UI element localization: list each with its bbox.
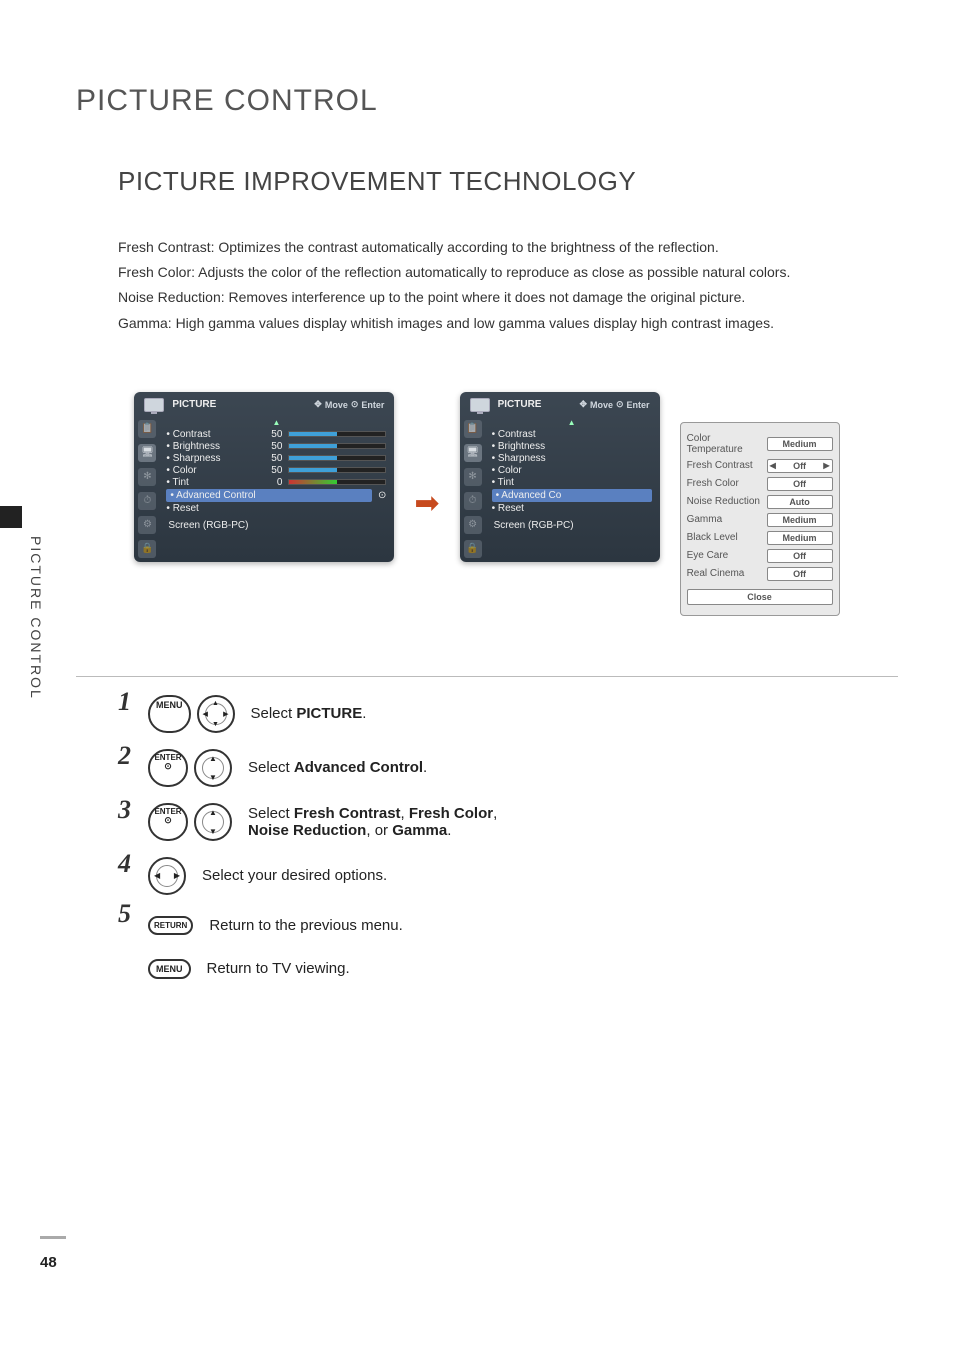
return-button-icon: RETURN	[148, 916, 193, 935]
osd-picture-menu-before: PICTURE ✥Move⊙Enter 📋 🖥 ✻ ⏱ ⚙ 🔒 ▲ • Cont…	[134, 392, 394, 562]
enter-dot-icon: ⊙	[351, 399, 359, 410]
menu-item-color[interactable]: • Color	[492, 465, 652, 476]
step-text: Select your desired options.	[202, 867, 387, 884]
step-1: 1 MENU ◀▶ Select PICTURE.	[118, 695, 898, 733]
step-text: Select Fresh Contrast, Fresh Color, Nois…	[248, 805, 497, 839]
menu-item-advanced-control[interactable]: • Advanced Control⊙	[166, 489, 386, 502]
enter-dot-icon: ⊙	[378, 490, 386, 501]
popup-row-color-temperature[interactable]: Color TemperatureMedium	[687, 433, 833, 455]
step-number: 4	[118, 849, 132, 879]
step-4: 4 Select your desired options.	[118, 857, 898, 895]
menu-item-brightness[interactable]: • Brightness	[492, 441, 652, 452]
popup-row-noise-reduction[interactable]: Noise ReductionAuto	[687, 495, 833, 509]
scroll-up-icon[interactable]: ▲	[166, 418, 386, 428]
side-tab-label: PICTURE CONTROL	[28, 536, 44, 700]
menu-item-contrast[interactable]: • Contrast50	[166, 429, 386, 440]
menu-item-sharpness[interactable]: • Sharpness	[492, 453, 652, 464]
category-icon[interactable]: ✻	[464, 468, 482, 486]
menu-item-brightness[interactable]: • Brightness50	[166, 441, 386, 452]
enter-button-icon: ENTER⊙	[148, 749, 188, 787]
menu-item-color[interactable]: • Color50	[166, 465, 386, 476]
intro-line: Fresh Color: Adjusts the color of the re…	[118, 260, 898, 285]
page-corner-bar	[40, 1236, 66, 1239]
category-icon[interactable]: 📋	[464, 420, 482, 438]
menu-item-sharpness[interactable]: • Sharpness50	[166, 453, 386, 464]
menu-item-screen[interactable]: Screen (RGB-PC)	[494, 520, 650, 531]
osd-figure-row: PICTURE ✥Move⊙Enter 📋 🖥 ✻ ⏱ ⚙ 🔒 ▲ • Cont…	[76, 392, 898, 616]
arrow-right-icon: ➡	[414, 486, 439, 521]
page-title: PICTURE CONTROL	[76, 84, 898, 118]
category-icon[interactable]: ✻	[138, 468, 156, 486]
category-icon-picture[interactable]: 🖥	[464, 444, 482, 462]
category-icon[interactable]: 🔒	[138, 540, 156, 558]
step-text: Select PICTURE.	[251, 705, 367, 722]
step-2: 2 ENTER⊙ Select Advanced Control.	[118, 749, 898, 787]
menu-button-icon: MENU	[148, 695, 191, 733]
monitor-icon	[470, 398, 490, 412]
category-icon[interactable]: ⏱	[138, 492, 156, 510]
category-icon-picture[interactable]: 🖥	[138, 444, 156, 462]
popup-row-fresh-color[interactable]: Fresh ColorOff	[687, 477, 833, 491]
category-icon[interactable]: ⏱	[464, 492, 482, 510]
menu-item-screen[interactable]: Screen (RGB-PC)	[168, 520, 384, 531]
menu-item-advanced-control[interactable]: • Advanced Co	[492, 489, 652, 502]
popup-row-real-cinema[interactable]: Real CinemaOff	[687, 567, 833, 581]
step-number: 1	[118, 687, 132, 717]
enter-button-icon: ENTER⊙	[148, 803, 188, 841]
up-down-pad-icon	[194, 803, 232, 841]
category-icon[interactable]: ⚙	[464, 516, 482, 534]
intro-line: Fresh Contrast: Optimizes the contrast a…	[118, 235, 898, 260]
menu-item-contrast[interactable]: • Contrast	[492, 429, 652, 440]
menu-item-tint[interactable]: • Tint	[492, 477, 652, 488]
step-text: Return to TV viewing.	[207, 960, 350, 977]
step-number: 3	[118, 795, 132, 825]
section-title: PICTURE IMPROVEMENT TECHNOLOGY	[118, 166, 898, 197]
menu-item-reset[interactable]: • Reset	[492, 503, 652, 514]
step-text: Select Advanced Control.	[248, 759, 427, 776]
category-icon[interactable]: ⚙	[138, 516, 156, 534]
page-number: 48	[40, 1254, 57, 1271]
osd-picture-menu-after: PICTURE ✥Move⊙Enter 📋 🖥 ✻ ⏱ ⚙ 🔒 ▲ • Cont…	[460, 392, 660, 562]
intro-block: Fresh Contrast: Optimizes the contrast a…	[118, 235, 898, 336]
left-margin-marker	[0, 506, 22, 528]
popup-row-eye-care[interactable]: Eye CareOff	[687, 549, 833, 563]
category-icon[interactable]: 📋	[138, 420, 156, 438]
step-3: 3 ENTER⊙ Select Fresh Contrast, Fresh Co…	[118, 803, 898, 841]
osd-title: PICTURE	[172, 399, 216, 410]
step-menu-exit: MENU Return to TV viewing.	[118, 959, 898, 979]
category-icon[interactable]: 🔒	[464, 540, 482, 558]
step-text: Return to the previous menu.	[209, 917, 402, 934]
popup-row-gamma[interactable]: GammaMedium	[687, 513, 833, 527]
enter-dot-icon: ⊙	[616, 399, 624, 410]
step-number: 2	[118, 741, 132, 771]
intro-line: Gamma: High gamma values display whitish…	[118, 311, 898, 336]
nav-arrows-icon: ✥	[314, 399, 322, 410]
osd-title: PICTURE	[498, 399, 542, 410]
step-5: 5 RETURN Return to the previous menu.	[118, 911, 898, 941]
up-down-pad-icon	[194, 749, 232, 787]
advanced-control-popup: Color TemperatureMedium Fresh ContrastOf…	[680, 422, 840, 616]
monitor-icon	[144, 398, 164, 412]
popup-close-button[interactable]: Close	[687, 589, 833, 605]
popup-row-fresh-contrast[interactable]: Fresh ContrastOff	[687, 459, 833, 473]
scroll-up-icon[interactable]: ▲	[492, 418, 652, 428]
menu-item-tint[interactable]: • Tint0	[166, 477, 386, 488]
divider	[76, 676, 898, 677]
popup-row-black-level[interactable]: Black LevelMedium	[687, 531, 833, 545]
menu-item-reset[interactable]: • Reset	[166, 503, 386, 514]
left-right-pad-icon	[148, 857, 186, 895]
nav-arrows-icon: ✥	[579, 399, 587, 410]
menu-button-icon: MENU	[148, 959, 191, 979]
step-number: 5	[118, 899, 132, 929]
intro-line: Noise Reduction: Removes interference up…	[118, 285, 898, 310]
nav-pad-icon: ◀▶	[197, 695, 235, 733]
